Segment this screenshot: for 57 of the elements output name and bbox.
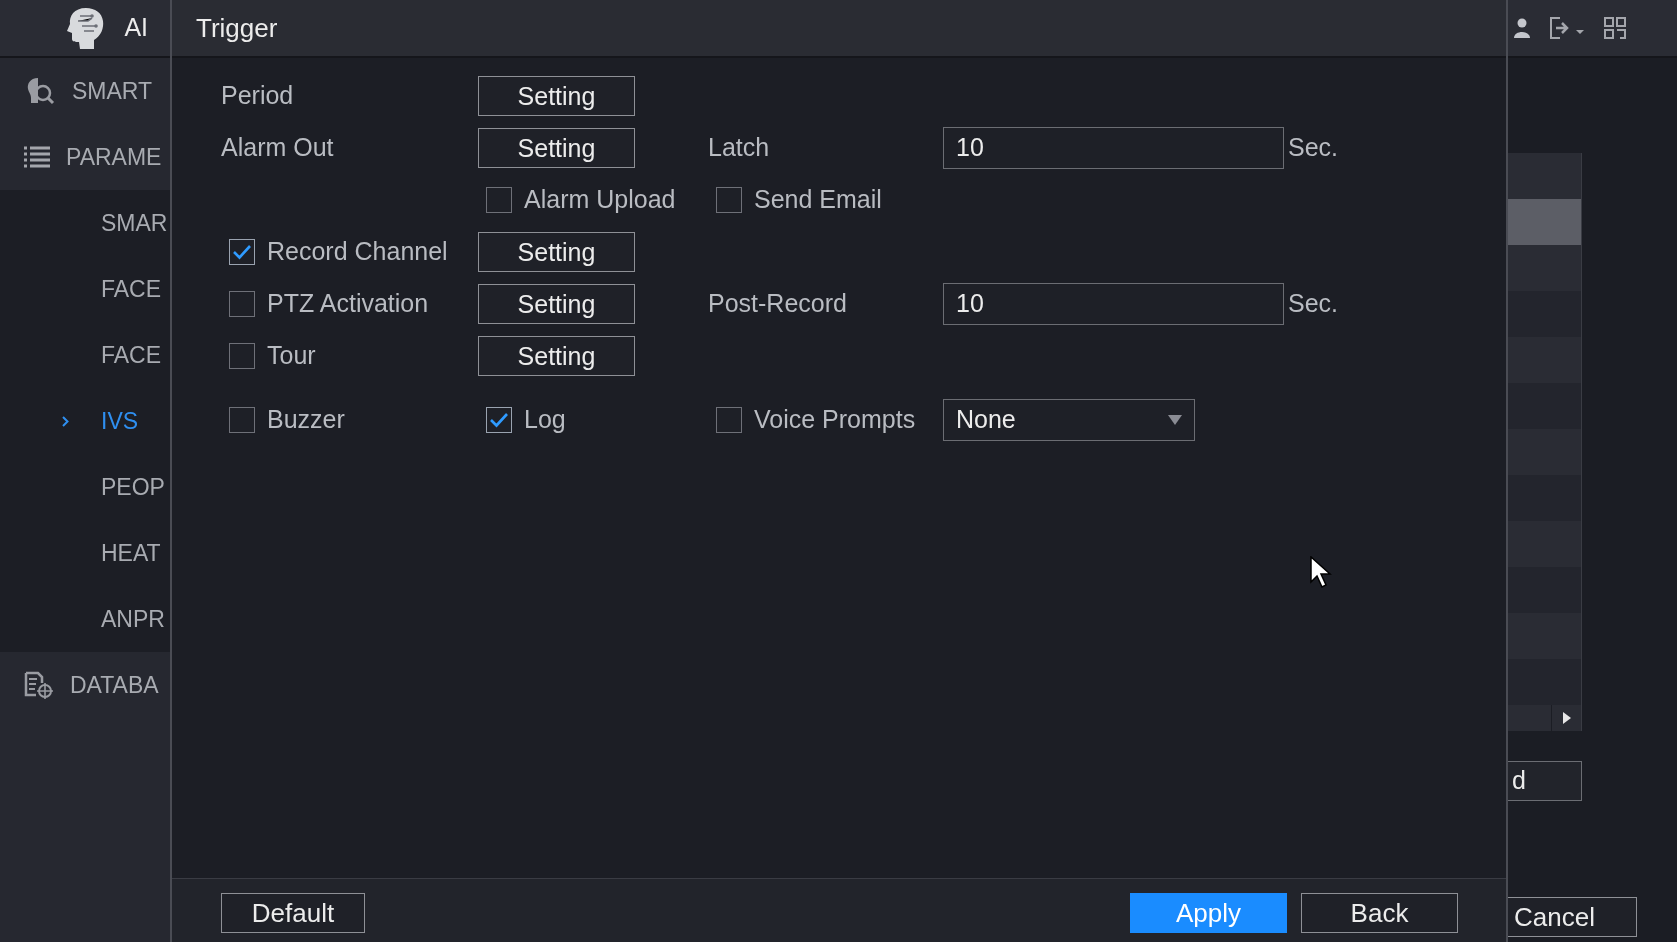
sidebar-item[interactable]: SMAR [0,190,170,256]
sidebar-item[interactable]: FACE [0,322,170,388]
checkbox[interactable] [716,187,742,213]
sidebar-item[interactable]: HEAT [0,520,170,586]
setting-button[interactable]: Setting [478,76,635,116]
checkbox-label: Send Email [754,184,882,216]
setting-button[interactable]: Setting [478,284,635,324]
sidebar-item[interactable]: ANPR [0,586,170,652]
unit-label: Sec. [1288,132,1340,164]
sidebar-section[interactable]: SMART [0,58,170,124]
setting-button[interactable]: Setting [478,232,635,272]
checkbox[interactable] [229,291,255,317]
footer-button[interactable]: Default [221,893,365,933]
sidebar-section[interactable]: PARAME [0,124,170,190]
checkbox-label: PTZ Activation [267,288,429,320]
list-icon [24,146,50,168]
footer-button[interactable]: Back [1301,893,1458,933]
field-label: Period [221,80,295,112]
checkbox-label: Alarm Upload [524,184,676,216]
unit-label: Sec. [1288,288,1340,320]
checkbox-label: Buzzer [267,404,345,436]
checkmark-icon [232,244,252,260]
field-label: Post-Record [708,288,848,320]
checkmark-icon [489,412,509,428]
app-title: AI [124,12,148,44]
logout-icon[interactable] [1548,17,1586,39]
sidebar-item[interactable]: FACE [0,256,170,322]
checkbox[interactable] [486,407,512,433]
sidebar-section[interactable]: DATABA [0,652,170,718]
input-field[interactable]: 10 [943,127,1284,169]
checkbox-label: Record Channel [267,236,448,268]
checkbox-label: Voice Prompts [754,404,916,436]
chevron-right-icon [62,415,69,427]
checkbox[interactable] [486,187,512,213]
dropdown-select[interactable]: None [943,399,1195,441]
field-label: Latch [708,132,771,164]
user-icon[interactable] [1514,18,1530,38]
setting-button[interactable]: Setting [478,128,635,168]
cursor-icon [1310,556,1332,590]
checkbox[interactable] [229,239,255,265]
sidebar-item[interactable]: PEOP [0,454,170,520]
checkbox-label: Tour [267,340,316,372]
field-label: Alarm Out [221,132,335,164]
checkbox[interactable] [229,407,255,433]
qr-code-icon[interactable] [1604,17,1626,39]
database-target-icon [24,671,54,699]
dropdown-caret-icon [1168,415,1182,425]
checkbox-label: Log [524,404,566,436]
cancel-button[interactable]: Cancel [1508,897,1637,937]
input-field[interactable]: d [1508,761,1582,801]
right-triangle-icon [1562,712,1571,724]
sidebar-item[interactable]: IVS [0,388,170,454]
input-field[interactable]: 10 [943,283,1284,325]
checkbox[interactable] [229,343,255,369]
dialog-title: Trigger [196,11,278,45]
setting-button[interactable]: Setting [478,336,635,376]
checkbox[interactable] [716,407,742,433]
